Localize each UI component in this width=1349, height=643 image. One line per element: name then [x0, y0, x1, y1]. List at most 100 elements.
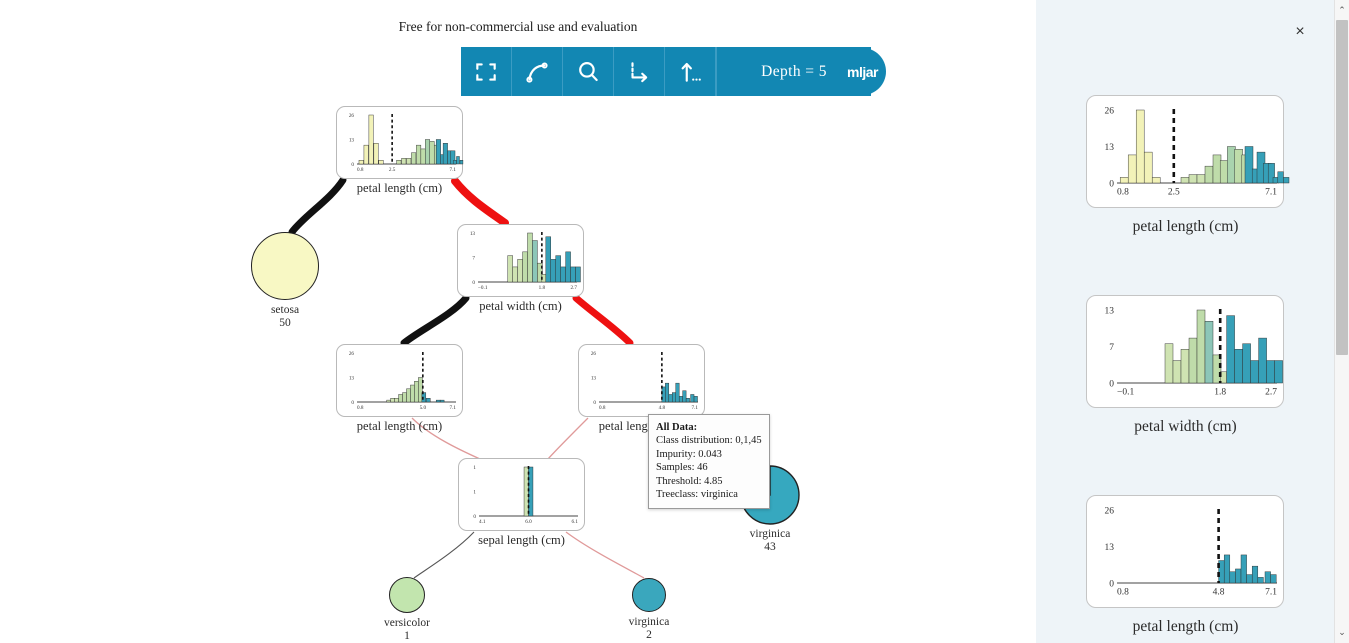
histogram-bar — [532, 240, 538, 283]
histogram-bar — [1244, 146, 1254, 184]
histogram-bar — [675, 382, 680, 403]
vertical-scrollbar[interactable]: ⌃ ⌄ — [1334, 0, 1349, 643]
x-tick-label: 1.8 — [539, 285, 546, 291]
x-tick-label: 0.8 — [1117, 588, 1129, 598]
feature-side-panel[interactable]: × 26 13 0 0.8 2.5 7.1 petal length (cm) 13 7 0 −0.… — [1036, 0, 1335, 643]
tooltip-row: Impurity: 0.043 — [656, 448, 722, 460]
histogram-bar — [1266, 360, 1275, 384]
fullscreen-button[interactable] — [461, 47, 512, 96]
y-tick-label: 0 — [1109, 379, 1114, 389]
y-tick-label: 0 — [1109, 179, 1114, 189]
tree-canvas[interactable]: Free for non-commercial use and evaluati… — [0, 0, 1036, 643]
histogram-bar — [665, 382, 670, 403]
x-tick-label: 7.1 — [450, 405, 457, 411]
tree-node-n5[interactable]: 1 1 0 4.1 6.0 6.1 — [458, 458, 585, 531]
leaf-class-name: virginica — [749, 528, 791, 540]
leaf-node-setosa[interactable] — [251, 232, 319, 300]
panel-chart-card[interactable]: 26 13 0 0.8 4.8 7.1 — [1086, 495, 1284, 608]
y-tick-label: 0 — [593, 400, 596, 406]
leaf-class-name: setosa — [270, 304, 300, 316]
tree-toolbar[interactable]: Depth = 5 — [461, 47, 871, 96]
up-arrow-icon — [681, 62, 701, 82]
x-tick-label: 0.8 — [357, 405, 364, 411]
histogram-bar — [459, 160, 464, 165]
histogram-bar — [668, 394, 673, 403]
histogram-bar — [575, 266, 581, 283]
tree-node-n2[interactable]: 13 7 0 −0.1 1.8 2.7 — [457, 224, 584, 297]
histogram-bar — [1204, 165, 1214, 184]
histogram-bar — [678, 396, 683, 403]
panel-chart-card[interactable]: 26 13 0 0.8 2.5 7.1 — [1086, 95, 1290, 208]
histogram-bar — [394, 398, 399, 403]
histogram-bar — [1251, 565, 1259, 584]
y-tick-label: 0 — [351, 162, 354, 168]
x-tick-label: 0.8 — [599, 405, 606, 411]
collapse-button[interactable] — [665, 47, 716, 96]
leaf-node-versicolor-1[interactable] — [389, 577, 425, 613]
x-tick-label: 7.1 — [1265, 588, 1277, 598]
histogram-bar — [406, 388, 411, 403]
histogram-bar — [1226, 315, 1235, 384]
node-feature-label: sepal length (cm) — [478, 533, 565, 547]
histogram-bar — [1135, 109, 1145, 184]
node-feature-label: petal width (cm) — [479, 299, 562, 313]
scroll-up-arrow[interactable]: ⌃ — [1335, 2, 1349, 19]
histogram-bar — [368, 114, 374, 165]
histogram-bar — [1219, 160, 1229, 184]
histogram-bar — [363, 144, 369, 165]
leaf-node-virginica-2[interactable] — [632, 578, 666, 612]
histogram-bar — [1274, 360, 1283, 384]
histogram-bar — [429, 141, 435, 165]
histogram-bar — [1270, 574, 1277, 584]
fullscreen-icon — [476, 62, 496, 81]
histogram-bar — [517, 259, 523, 283]
histogram-bar — [512, 266, 518, 283]
y-tick-label: 26 — [1105, 506, 1115, 516]
y-tick-label: 13 — [591, 375, 597, 381]
histogram-bar — [1257, 577, 1264, 584]
scroll-down-arrow[interactable]: ⌄ — [1335, 624, 1349, 641]
x-tick-label: 4.8 — [659, 405, 666, 411]
panel-chart-card[interactable]: 13 7 0 −0.1 1.8 2.7 — [1086, 295, 1284, 408]
x-tick-label: 4.1 — [479, 519, 486, 525]
histogram-bar — [401, 158, 407, 165]
histogram-bar — [672, 392, 676, 403]
scrollbar-thumb[interactable] — [1336, 20, 1348, 355]
histogram-bar — [527, 232, 533, 283]
tree-node-n4[interactable]: 26 13 0 0.8 4.8 7.1 — [578, 344, 705, 417]
histogram-bar — [390, 398, 395, 403]
close-icon[interactable]: × — [1290, 22, 1310, 42]
x-tick-label: 7.1 — [1265, 188, 1277, 198]
y-tick-label: 13 — [1105, 543, 1115, 553]
tooltip-rows: Class distribution: 0,1,45 Impurity: 0.04… — [656, 434, 762, 501]
y-tick-label: 26 — [349, 351, 355, 357]
histogram: 1 1 04.1 6.0 6.1 — [473, 465, 578, 525]
tree-node-n3[interactable]: 26 13 0 0.8 5.0 7.1 — [336, 344, 463, 417]
leaf-label: virginica 2 — [579, 616, 719, 642]
x-tick-label: 0.8 — [1117, 188, 1129, 198]
search-icon — [579, 61, 598, 81]
histogram-bar — [1204, 321, 1214, 384]
histogram-bar — [439, 399, 445, 403]
y-tick-label: 0 — [472, 280, 475, 286]
search-button[interactable] — [563, 47, 614, 96]
tree-node-root[interactable]: 26 13 0 0.8 2.5 7.1 — [336, 106, 464, 179]
x-tick-label: −0.1 — [478, 285, 488, 291]
histogram-bar — [1212, 354, 1222, 384]
histogram-bar — [1212, 154, 1222, 184]
panel-chart-caption: petal length (cm) — [1132, 218, 1239, 235]
curve-edges-button[interactable] — [512, 47, 563, 96]
histogram-bar — [1188, 174, 1198, 184]
path-highlight-button[interactable] — [614, 47, 665, 96]
dashed-arrow-icon — [631, 61, 648, 82]
histogram-bar — [1164, 343, 1174, 384]
y-tick-label: 7 — [472, 255, 475, 261]
leaf-count: 43 — [764, 541, 776, 553]
tooltip-title: All Data: — [656, 422, 698, 433]
leaf-label: versicolor 1 — [337, 617, 477, 643]
histogram-bar — [416, 144, 422, 165]
histogram-bar — [420, 148, 426, 165]
histogram-bar — [402, 392, 407, 403]
histogram-bar — [398, 394, 403, 403]
histogram-bar — [373, 143, 379, 165]
